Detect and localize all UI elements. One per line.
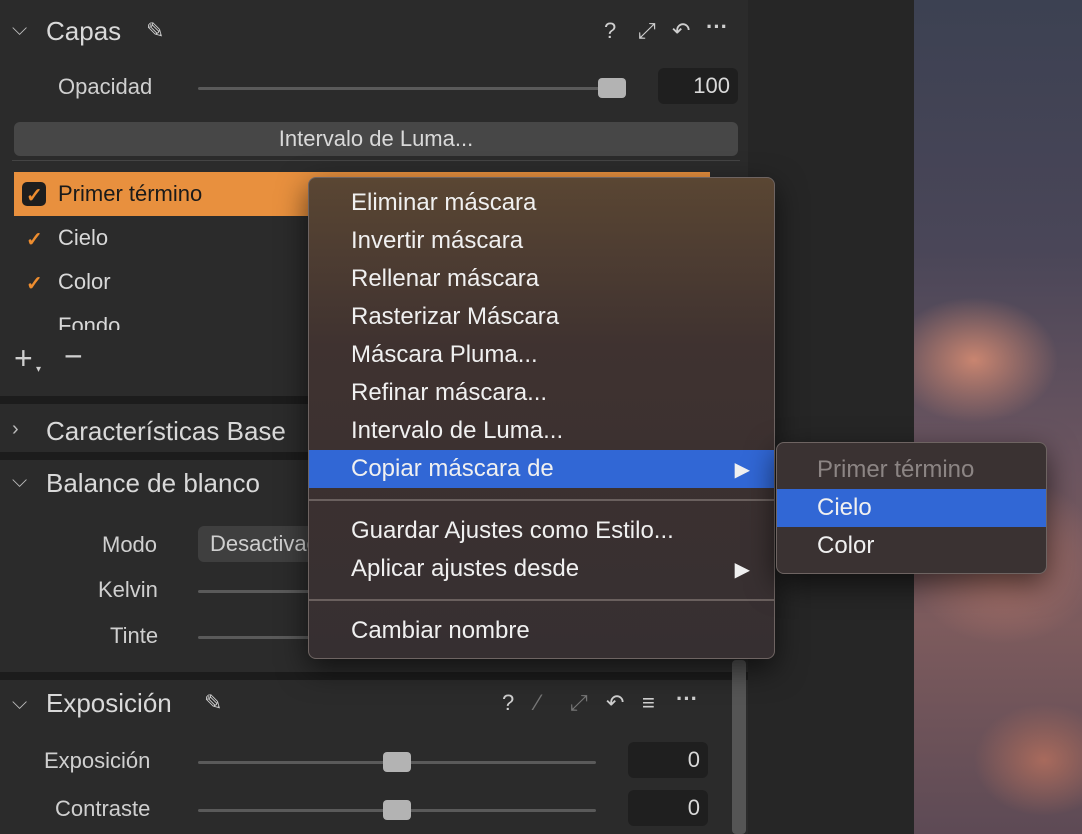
chevron-down-icon[interactable]: ▾ [36,364,41,375]
chevron-down-icon[interactable]: ⌵ [12,692,27,715]
menu-item-label: Eliminar máscara [351,189,537,216]
layer-label: Cielo [58,225,109,250]
chevron-down-icon[interactable]: ⌵ [12,18,27,41]
brush-icon[interactable]: ✎ [146,18,164,44]
context-menu: Eliminar máscara Invertir máscara Rellen… [308,177,775,659]
mode-select[interactable]: Desactivado [198,526,318,562]
base-characteristics-title: Características Base [46,416,286,446]
layer-label: Fondo [58,313,121,330]
menu-item-save-style[interactable]: Guardar Ajustes como Estilo... [309,512,774,550]
menu-item-label: Aplicar ajustes desde [351,555,580,582]
menu-item-luma-range[interactable]: Intervalo de Luma... [309,412,774,450]
menu-item-label: Invertir máscara [351,227,524,254]
kelvin-slider-track[interactable] [198,590,318,593]
layer-checkbox[interactable]: ✓ [22,226,46,251]
reset-icon[interactable]: ↶ [672,18,690,44]
check-icon: ✓ [26,185,43,207]
divider [12,160,740,161]
menu-item-label: Rasterizar Máscara [351,303,560,330]
exposure-title: Exposición [46,688,172,718]
menu-item-rename[interactable]: Cambiar nombre [309,612,774,650]
menu-item-invert-mask[interactable]: Invertir máscara [309,222,774,260]
mode-label: Modo [102,532,158,557]
expand-icon[interactable]: ⤢ [638,18,656,44]
check-icon: ✓ [26,273,43,295]
submenu-item-cielo[interactable]: Cielo [777,489,1046,527]
menu-item-label: Rellenar máscara [351,265,540,292]
menu-item-apply-from[interactable]: Aplicar ajustes desde ▶ [309,550,774,588]
opacity-label: Opacidad [58,74,153,99]
menu-item-label: Máscara Pluma... [351,341,538,368]
layers-header[interactable]: ⌵ Capas ✎ ? ⤢ ↶ ··· [0,8,748,52]
contrast-label: Contraste [55,796,151,821]
submenu-item-primer-termino: Primer término [777,451,1046,489]
submenu-arrow-icon: ▶ [734,459,750,481]
more-icon[interactable]: ··· [706,14,728,40]
layer-checkbox[interactable]: ✓ [22,182,46,207]
opacity-slider-thumb[interactable] [598,78,626,98]
menu-item-label: Copiar máscara de [351,455,554,482]
layer-checkbox[interactable]: ✓ [22,270,46,295]
section-separator [0,672,748,680]
layer-label: Color [58,269,111,294]
minus-icon[interactable]: − [64,338,83,375]
brush-icon[interactable]: ✎ [204,690,222,716]
menu-item-refine-mask[interactable]: Refinar máscara... [309,374,774,412]
layers-title: Capas [46,16,122,46]
menu-item-label: Guardar Ajustes como Estilo... [351,517,674,544]
contrast-value-field[interactable]: 0 [628,790,708,826]
list-icon[interactable]: ≡ [642,690,655,716]
tint-slider-track[interactable] [198,636,318,639]
help-icon[interactable]: ? [502,690,514,716]
submenu-item-color[interactable]: Color [777,527,1046,565]
submenu-item-label: Cielo [817,494,872,521]
menu-item-label: Intervalo de Luma... [351,417,564,444]
contrast-slider-thumb[interactable] [383,800,411,820]
check-icon: ✓ [26,229,43,251]
menu-item-fill-mask[interactable]: Rellenar máscara [309,260,774,298]
reset-icon[interactable]: ↶ [606,690,624,716]
copy-mask-submenu: Primer término Cielo Color [776,442,1047,574]
panel-scrollbar[interactable] [732,660,746,834]
menu-item-rasterize-mask[interactable]: Rasterizar Máscara [309,298,774,336]
picker-icon[interactable]: ⁄ [536,690,540,716]
more-icon[interactable]: ··· [676,686,698,712]
menu-item-feather-mask[interactable]: Máscara Pluma... [309,336,774,374]
menu-separator [309,499,774,501]
exposure-value-field[interactable]: 0 [628,742,708,778]
opacity-value-field[interactable]: 100 [658,68,738,104]
chevron-down-icon[interactable]: ⌵ [12,470,27,493]
menu-item-delete-mask[interactable]: Eliminar máscara [309,184,774,222]
white-balance-title: Balance de blanco [46,468,260,498]
submenu-item-label: Primer término [817,456,975,483]
submenu-item-label: Color [817,532,875,559]
help-icon[interactable]: ? [604,18,616,44]
kelvin-label: Kelvin [98,577,158,602]
exposure-header[interactable]: ⌵ Exposición ✎ ? ⁄ ⤢ ↶ ≡ ··· [0,682,748,726]
photo-preview [914,0,1082,834]
layer-label: Primer término [58,181,203,206]
menu-item-label: Refinar máscara... [351,379,548,406]
exposure-slider-thumb[interactable] [383,752,411,772]
tint-label: Tinte [110,623,159,648]
expand-icon[interactable]: ⤢ [570,690,588,716]
luma-range-button[interactable]: Intervalo de Luma... [14,122,738,156]
exposure-label: Exposición [44,748,151,773]
plus-icon[interactable]: + [14,340,33,377]
opacity-slider-track[interactable] [198,87,626,90]
menu-separator [309,599,774,601]
menu-item-copy-mask-from[interactable]: Copiar máscara de ▶ [309,450,774,488]
chevron-right-icon[interactable]: › [12,418,19,441]
submenu-arrow-icon: ▶ [734,559,750,581]
menu-item-label: Cambiar nombre [351,617,530,644]
